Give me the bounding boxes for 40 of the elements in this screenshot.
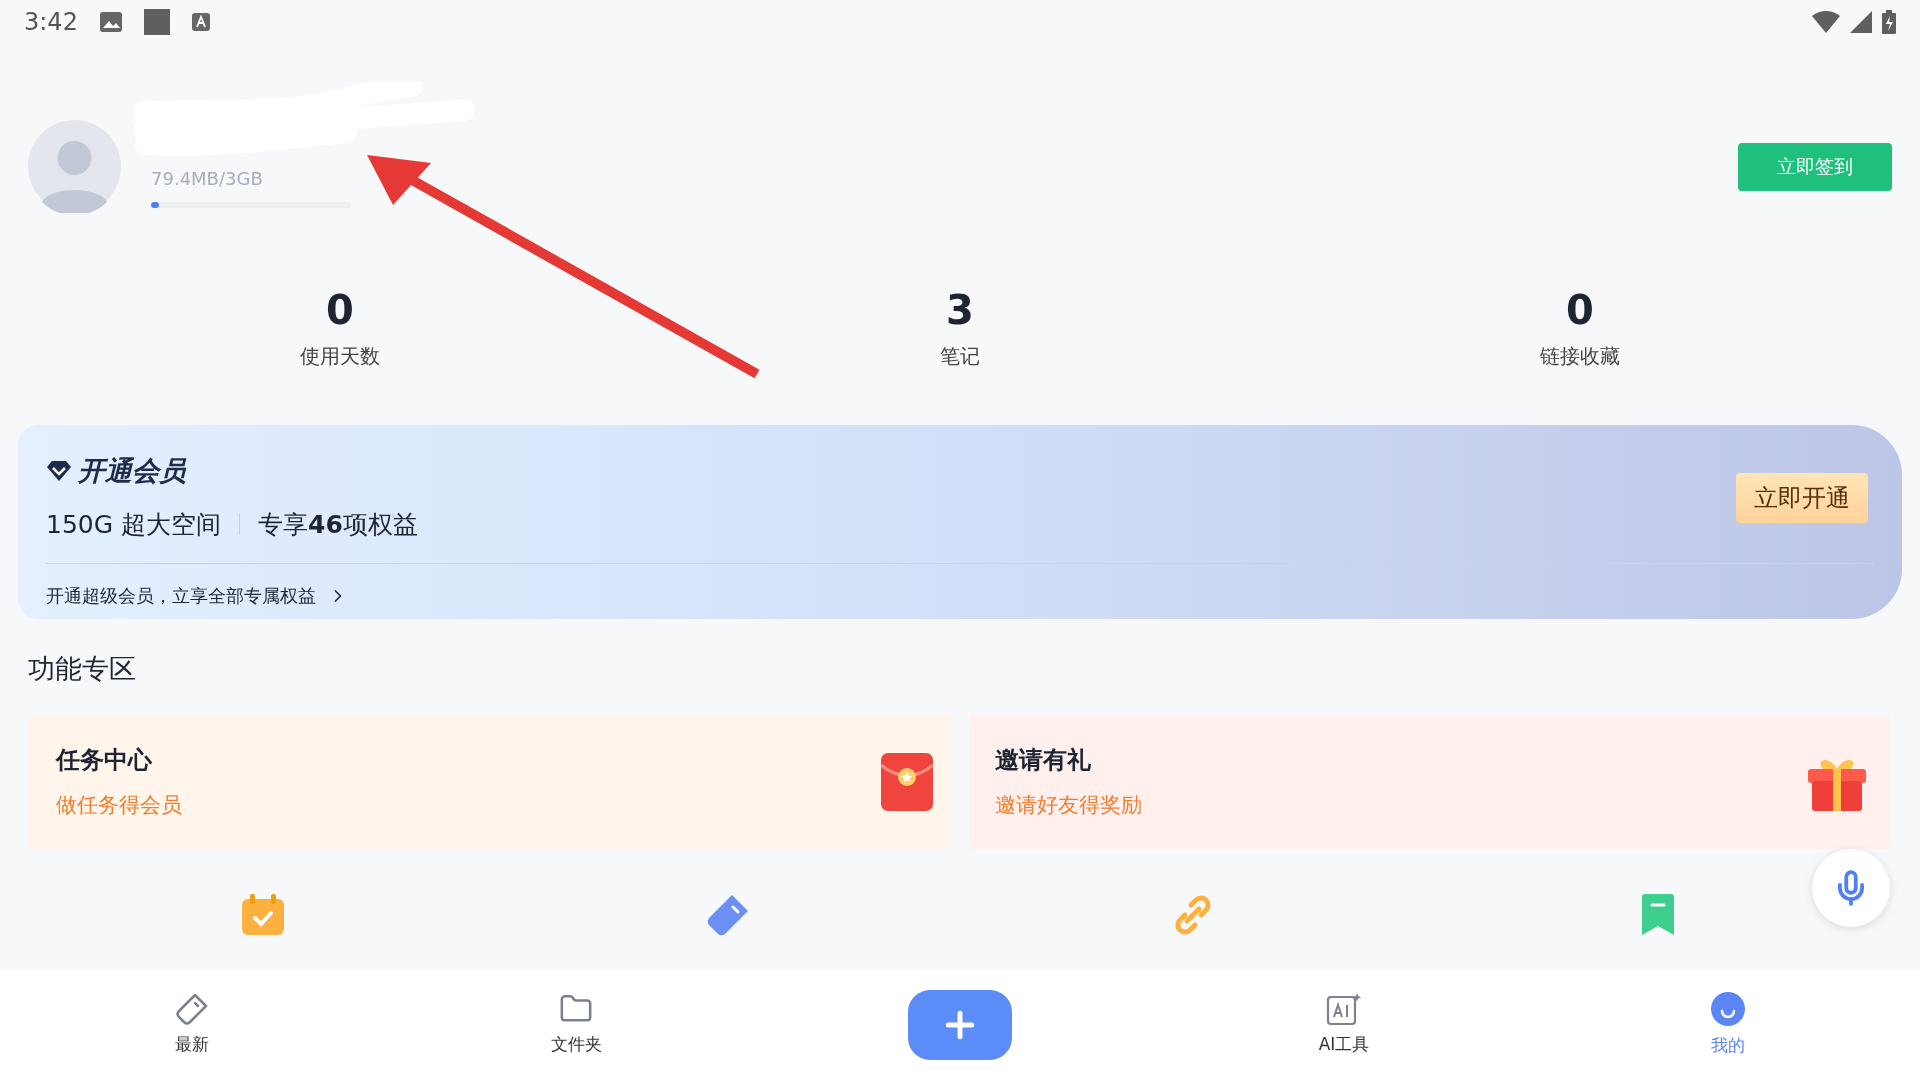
membership-benefit: 150G 超大空间 [46, 508, 222, 541]
signal-icon [1850, 11, 1872, 33]
stat-value: 0 [1566, 286, 1594, 335]
feature-card[interactable]: 邀请有礼 邀请好友得奖励 [969, 715, 1890, 849]
ai-frame-icon [1326, 992, 1362, 1027]
stat-value: 0 [326, 286, 354, 335]
status-time: 3:42 [24, 7, 78, 38]
tag-icon [705, 892, 750, 937]
diamond-icon [46, 460, 72, 483]
nav-tab[interactable]: AI工具 [1318, 992, 1370, 1058]
stat-value: 3 [946, 286, 974, 335]
calendar-check-icon [239, 892, 286, 937]
keyboard-icon [191, 13, 210, 31]
activate-membership-button[interactable]: 立即开通 [1736, 473, 1868, 523]
card-title: 任务中心 [56, 745, 153, 777]
stat-label: 使用天数 [300, 343, 380, 370]
microphone-button[interactable] [1812, 849, 1890, 927]
card-subtitle: 做任务得会员 [56, 792, 182, 820]
battery-icon [1882, 10, 1896, 34]
stat-label: 笔记 [940, 343, 980, 370]
feature-card[interactable]: 任务中心 做任务得会员 [30, 715, 951, 849]
avatar-icon [28, 120, 121, 213]
nav-tab[interactable]: 文件夹 [550, 992, 602, 1058]
card-title: 邀请有礼 [995, 745, 1092, 777]
wifi-icon [1812, 11, 1840, 33]
stat-label: 链接收藏 [1540, 343, 1620, 370]
square-icon [143, 9, 170, 35]
nav-tab[interactable]: 我的 [1710, 991, 1746, 1059]
smile-face-icon [1710, 991, 1746, 1028]
membership-benefit: 专享46项权益 [258, 508, 418, 541]
section-title: 功能专区 [28, 652, 137, 686]
add-button[interactable] [908, 990, 1012, 1060]
storage-usage: 79.4MB/3GB [151, 167, 264, 191]
nav-tab[interactable]: 最新 [175, 992, 209, 1058]
envelope-icon [881, 753, 933, 811]
card-subtitle: 邀请好友得奖励 [995, 792, 1142, 820]
tag-outline-icon [175, 992, 209, 1027]
image-icon [99, 12, 122, 32]
membership-link[interactable]: 开通超级会员，立享全部专属权益 [46, 582, 1874, 609]
membership-title: 开通会员 [78, 454, 186, 488]
